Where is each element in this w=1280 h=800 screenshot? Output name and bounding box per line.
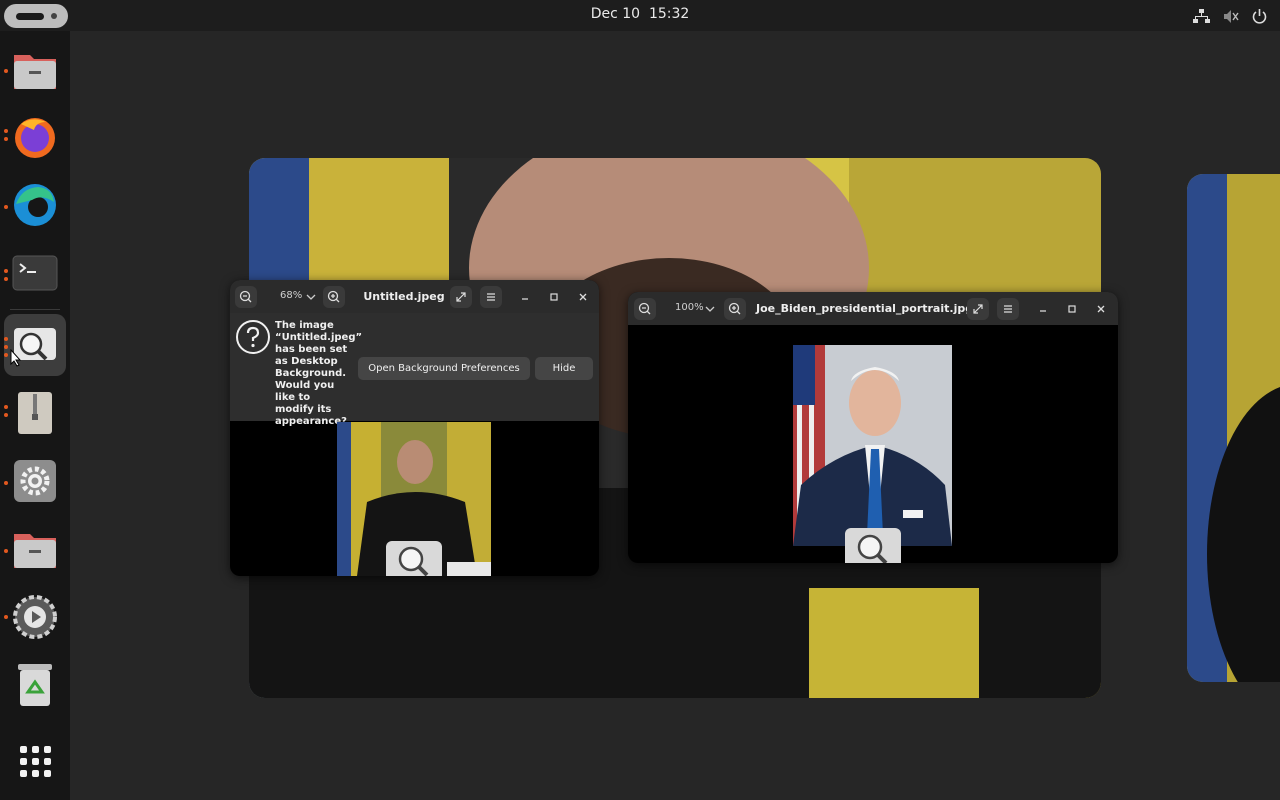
zoom-in-icon (327, 290, 340, 303)
chevron-down-icon[interactable] (306, 293, 316, 301)
running-indicator (4, 615, 8, 619)
volume-muted-icon (1224, 9, 1239, 23)
image-viewer-window-untitled[interactable]: 68% Untitled.jpeg The image “Untitled.jp… (230, 280, 599, 576)
zoom-in-button[interactable] (323, 286, 345, 308)
close-icon (1097, 305, 1105, 313)
running-indicator (4, 129, 8, 133)
running-indicator (4, 69, 8, 73)
window-title: Untitled.jpeg (363, 290, 445, 303)
running-indicator (4, 413, 8, 417)
clock-time: 15:32 (648, 6, 690, 22)
fullscreen-button[interactable] (967, 298, 989, 320)
close-button[interactable] (572, 286, 594, 308)
zoom-out-button[interactable] (634, 298, 656, 320)
main-menu-button[interactable] (480, 286, 502, 308)
zoom-in-button[interactable] (724, 298, 746, 320)
dock-terminal[interactable] (4, 242, 66, 304)
minimize-button[interactable] (1032, 298, 1054, 320)
dock-edge[interactable] (4, 174, 66, 236)
maximize-icon (1068, 305, 1076, 313)
show-apps-button[interactable] (4, 730, 66, 792)
question-icon (236, 320, 270, 354)
running-indicator (4, 205, 8, 209)
zoom-in-icon (728, 302, 741, 315)
fullscreen-icon (456, 292, 466, 302)
window-header: 100% Joe_Biden_presidential_portrait.jpg (628, 292, 1118, 325)
image-viewer-window-portrait[interactable]: 100% Joe_Biden_presidential_portrait.jpg (628, 292, 1118, 563)
displayed-image (793, 345, 952, 546)
zoom-level[interactable]: 68% (280, 290, 302, 301)
infobar-message: The image “Untitled.jpeg” has been set a… (275, 320, 363, 427)
fullscreen-icon (973, 304, 983, 314)
running-indicator (4, 549, 8, 553)
maximize-icon (550, 293, 558, 301)
trash-icon (18, 664, 52, 706)
hide-button[interactable]: Hide (535, 357, 593, 380)
firefox-icon (15, 118, 55, 158)
minimize-icon (522, 298, 528, 300)
running-indicator (4, 405, 8, 409)
window-title: Joe_Biden_presidential_portrait.jpg (756, 302, 974, 315)
zoom-level[interactable]: 100% (675, 302, 704, 313)
clock[interactable]: Dec 10 15:32 (0, 6, 1280, 22)
fullscreen-button[interactable] (450, 286, 472, 308)
window-header: 68% Untitled.jpeg (230, 280, 599, 313)
maximize-button[interactable] (1061, 298, 1083, 320)
folder-icon (14, 55, 56, 89)
archive-icon (18, 392, 52, 434)
minimize-button[interactable] (514, 286, 536, 308)
running-indicator (4, 137, 8, 141)
dock-settings[interactable] (4, 450, 66, 512)
main-menu-button[interactable] (997, 298, 1019, 320)
zoom-out-button[interactable] (235, 286, 257, 308)
running-indicator (4, 345, 8, 349)
viewer-app-overlay (845, 528, 901, 563)
folder-icon (14, 534, 56, 568)
dock-separator (10, 309, 60, 310)
running-indicator (4, 337, 8, 341)
mouse-cursor-icon (10, 349, 22, 367)
close-icon (579, 293, 587, 301)
clock-date: Dec 10 (590, 6, 641, 22)
dock-trash[interactable] (4, 654, 66, 716)
viewer-app-overlay (386, 541, 442, 576)
dock-files[interactable] (4, 39, 66, 101)
running-indicator (4, 269, 8, 273)
magnifier-icon (857, 534, 888, 563)
chevron-down-icon[interactable] (705, 305, 715, 313)
gear-icon (14, 460, 56, 502)
background-set-infobar: The image “Untitled.jpeg” has been set a… (230, 313, 599, 427)
maximize-button[interactable] (543, 286, 565, 308)
network-icon (1193, 8, 1210, 23)
dock-system-settings[interactable] (4, 586, 66, 648)
edge-icon (14, 184, 56, 226)
zoom-out-icon (638, 302, 651, 315)
dock-archive-manager[interactable] (4, 382, 66, 444)
workspace-thumbnail-right[interactable] (1187, 174, 1280, 682)
running-indicator (4, 353, 8, 357)
hamburger-menu-icon (487, 293, 495, 301)
magnifier-icon (398, 546, 429, 576)
power-icon (1252, 8, 1267, 24)
app-grid-icon (20, 746, 51, 777)
running-indicator (4, 277, 8, 281)
dock (0, 31, 70, 800)
running-indicator (4, 481, 8, 485)
close-button[interactable] (1090, 298, 1112, 320)
terminal-icon (12, 255, 58, 291)
settings-gear-icon (13, 595, 57, 639)
top-bar: Dec 10 15:32 (0, 0, 1280, 31)
open-background-preferences-button[interactable]: Open Background Preferences (358, 357, 530, 380)
hamburger-menu-icon (1004, 305, 1012, 313)
dock-files-2[interactable] (4, 518, 66, 580)
dock-firefox[interactable] (4, 106, 66, 168)
minimize-icon (1040, 310, 1046, 312)
wallpaper-image-right (1187, 174, 1280, 682)
zoom-out-icon (239, 290, 252, 303)
system-tray[interactable] (1193, 6, 1268, 26)
